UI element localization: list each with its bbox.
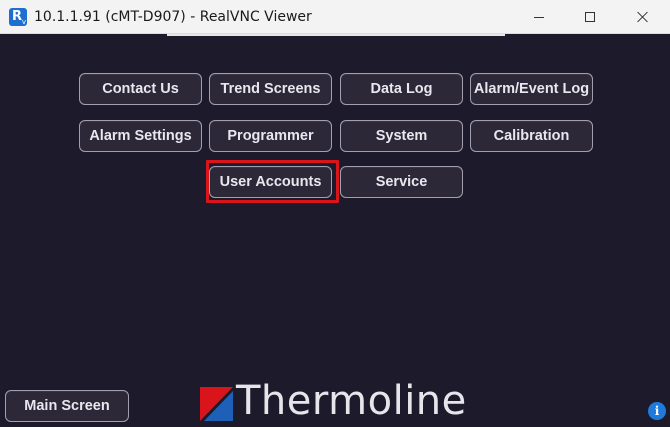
maximize-icon <box>585 12 595 22</box>
close-icon <box>637 11 649 23</box>
info-icon[interactable]: i <box>648 402 666 420</box>
system-button[interactable]: System <box>340 120 463 152</box>
data-log-button[interactable]: Data Log <box>340 73 463 105</box>
highlight-box <box>206 160 339 203</box>
service-button[interactable]: Service <box>340 166 463 198</box>
hmi-screen: Contact Us Trend Screens Data Log Alarm/… <box>1 34 669 427</box>
minimize-button[interactable] <box>516 0 562 34</box>
contact-us-button[interactable]: Contact Us <box>79 73 202 105</box>
close-button[interactable] <box>620 0 666 34</box>
alarm-event-log-button[interactable]: Alarm/Event Log <box>470 73 593 105</box>
realvnc-icon[interactable]: Rv <box>9 8 27 26</box>
main-screen-button[interactable]: Main Screen <box>5 390 129 422</box>
window-titlebar: Rv 10.1.1.91 (cMT-D907) - RealVNC Viewer <box>0 0 670 34</box>
programmer-button[interactable]: Programmer <box>209 120 332 152</box>
top-strip <box>167 34 505 36</box>
trend-screens-button[interactable]: Trend Screens <box>209 73 332 105</box>
thermoline-logo-icon <box>200 387 233 421</box>
window-title: 10.1.1.91 (cMT-D907) - RealVNC Viewer <box>34 9 312 25</box>
alarm-settings-button[interactable]: Alarm Settings <box>79 120 202 152</box>
minimize-icon <box>534 16 544 18</box>
brand-name: Thermoline <box>236 378 467 424</box>
calibration-button[interactable]: Calibration <box>470 120 593 152</box>
maximize-button[interactable] <box>567 0 613 34</box>
